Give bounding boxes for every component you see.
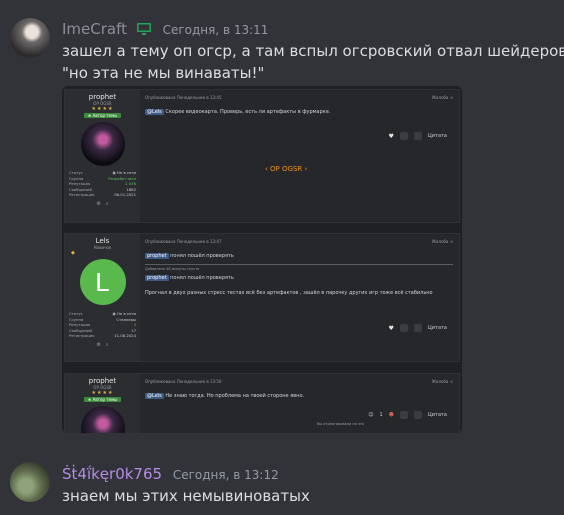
- mention-tag[interactable]: @Lels: [145, 393, 164, 399]
- topic-author-badge: ★ Автор темы: [83, 397, 122, 402]
- message-header: ImeCraft Сегодня, в 13:11: [62, 20, 268, 40]
- multiquote-icon[interactable]: [413, 132, 422, 140]
- author-name[interactable]: Lels: [65, 237, 140, 245]
- post-actions: ☺ 1 ☻ Цитата: [368, 411, 447, 419]
- profile-icons[interactable]: ⚙ ⌕: [65, 201, 140, 207]
- stat-label: Регистрация: [69, 333, 95, 338]
- added-note: Добавлено 48 минуты спустя: [145, 267, 200, 271]
- author-name[interactable]: prophet: [65, 377, 140, 385]
- multiquote-icon[interactable]: [413, 411, 422, 419]
- forum-post: Lels Новичок ◆ L Статус ◉ Не в сети Групп…: [64, 233, 460, 362]
- post-text: @Lels Не знаю тогда. Но проблема на твое…: [145, 393, 451, 399]
- author-name[interactable]: prophet: [65, 93, 140, 101]
- post-text: @Lels Скорее видеокарта. Проверь, есть л…: [145, 109, 451, 115]
- forum-post: prophet OP OGSR ★★★★ ★ Автор темы Опубли…: [64, 373, 460, 433]
- post-meta: Опубликовано Понедельник в 13:45 Жалоба …: [145, 95, 453, 100]
- rank-stars: ★★★★: [91, 390, 114, 396]
- settings-icon[interactable]: [399, 324, 408, 332]
- author-avatar[interactable]: L: [79, 259, 126, 305]
- like-icon[interactable]: ♥: [389, 133, 394, 140]
- post-date: Опубликовано Понедельник в 13:47: [145, 239, 222, 244]
- avatar-letter: L: [95, 267, 110, 297]
- timestamp: Сегодня, в 13:12: [172, 468, 279, 482]
- stat-label: Регистрация: [69, 192, 95, 197]
- post-actions: ♥ Цитата: [389, 324, 447, 332]
- like-icon[interactable]: ♥: [389, 325, 394, 332]
- avatar[interactable]: [10, 462, 50, 502]
- author-avatar[interactable]: [80, 406, 125, 433]
- topic-author-badge: ★ Автор темы: [83, 113, 122, 118]
- monitor-icon: [136, 22, 152, 40]
- message-text: знаем мы этих немывиноватых: [62, 487, 310, 505]
- rank-stars: ◆: [71, 250, 76, 256]
- author-stats: Статус ◉ Не в сети Группа Разработчики Реп…: [65, 170, 140, 198]
- quote-button[interactable]: Цитата: [428, 412, 447, 418]
- mention-tag[interactable]: @Lels: [145, 109, 164, 115]
- author-stats: Статус ◉ Не в сети Группа Сталкеры Репутац…: [65, 311, 140, 339]
- post-actions: ♥ Цитата: [389, 132, 447, 140]
- post-author-panel: prophet OP OGSR ★★★★ ★ Автор темы Статус…: [65, 90, 140, 222]
- report-link[interactable]: Жалоба ⋖: [432, 95, 453, 100]
- post-body: понял пошёл проверять: [168, 253, 234, 259]
- settings-icon[interactable]: [399, 132, 408, 140]
- reaction-emoji-icon[interactable]: ☻: [389, 412, 394, 418]
- post-body: Прогнал в двух разных стресс тестах всё …: [145, 290, 433, 296]
- stat-value: 11.08.2024: [114, 333, 136, 338]
- post-text: prophet понял пошёл проверять: [145, 275, 451, 281]
- post-date: Опубликовано Понедельник в 13:45: [145, 95, 222, 100]
- multiquote-icon[interactable]: [413, 324, 422, 332]
- timestamp: Сегодня, в 13:11: [162, 23, 269, 37]
- rank-stars: ★★★★: [91, 106, 114, 112]
- message-header: Ṡṫ4ḯkęr0k765 Сегодня, в 13:12: [62, 465, 279, 483]
- reacted-note: Вы отреагировали на это: [317, 422, 364, 426]
- mention-tag[interactable]: prophet: [145, 275, 169, 281]
- report-link[interactable]: Жалоба ⋖: [432, 379, 453, 384]
- message-text: зашел а тему оп огср, а там вспыл огсров…: [62, 42, 564, 60]
- image-attachment[interactable]: prophet OP OGSR ★★★★ ★ Автор темы Статус…: [62, 86, 462, 433]
- watermark-label: ‹ OP OGSR ›: [265, 165, 308, 173]
- report-link[interactable]: Жалоба ⋖: [432, 239, 453, 244]
- post-body: понял пошёл проверять: [168, 275, 234, 281]
- post-body: Не знаю тогда. Но проблема на твоей стор…: [163, 393, 305, 399]
- avatar[interactable]: [10, 18, 50, 58]
- post-body: Скорее видеокарта. Проверь, есть ли арте…: [163, 109, 331, 115]
- post-text: prophet понял пошёл проверять: [145, 253, 451, 259]
- username[interactable]: ImeCraft: [62, 20, 127, 38]
- profile-icons[interactable]: ⚙ ⌕: [65, 342, 140, 348]
- settings-icon[interactable]: [399, 411, 408, 419]
- post-date: Опубликовано Понедельник в 13:56: [145, 379, 222, 384]
- post-meta: Опубликовано Понедельник в 13:47 Жалоба …: [145, 239, 453, 244]
- post-meta: Опубликовано Понедельник в 13:56 Жалоба …: [145, 379, 453, 384]
- author-avatar[interactable]: [80, 122, 125, 166]
- quote-button[interactable]: Цитата: [428, 133, 447, 139]
- stat-value: 06.01.2021: [114, 192, 136, 197]
- mention-tag[interactable]: prophet: [145, 253, 169, 259]
- divider: [145, 264, 453, 265]
- post-author-panel: Lels Новичок ◆ L Статус ◉ Не в сети Групп…: [65, 234, 140, 361]
- reaction-count: 1: [379, 412, 383, 418]
- message-text: "но эта не мы винаваты!": [62, 64, 265, 82]
- forum-post: prophet OP OGSR ★★★★ ★ Автор темы Статус…: [64, 89, 460, 223]
- username[interactable]: Ṡṫ4ḯkęr0k765: [62, 465, 162, 483]
- reaction-emoji-icon[interactable]: ☺: [368, 412, 373, 418]
- post-author-panel: prophet OP OGSR ★★★★ ★ Автор темы: [65, 374, 140, 433]
- quote-button[interactable]: Цитата: [428, 325, 447, 331]
